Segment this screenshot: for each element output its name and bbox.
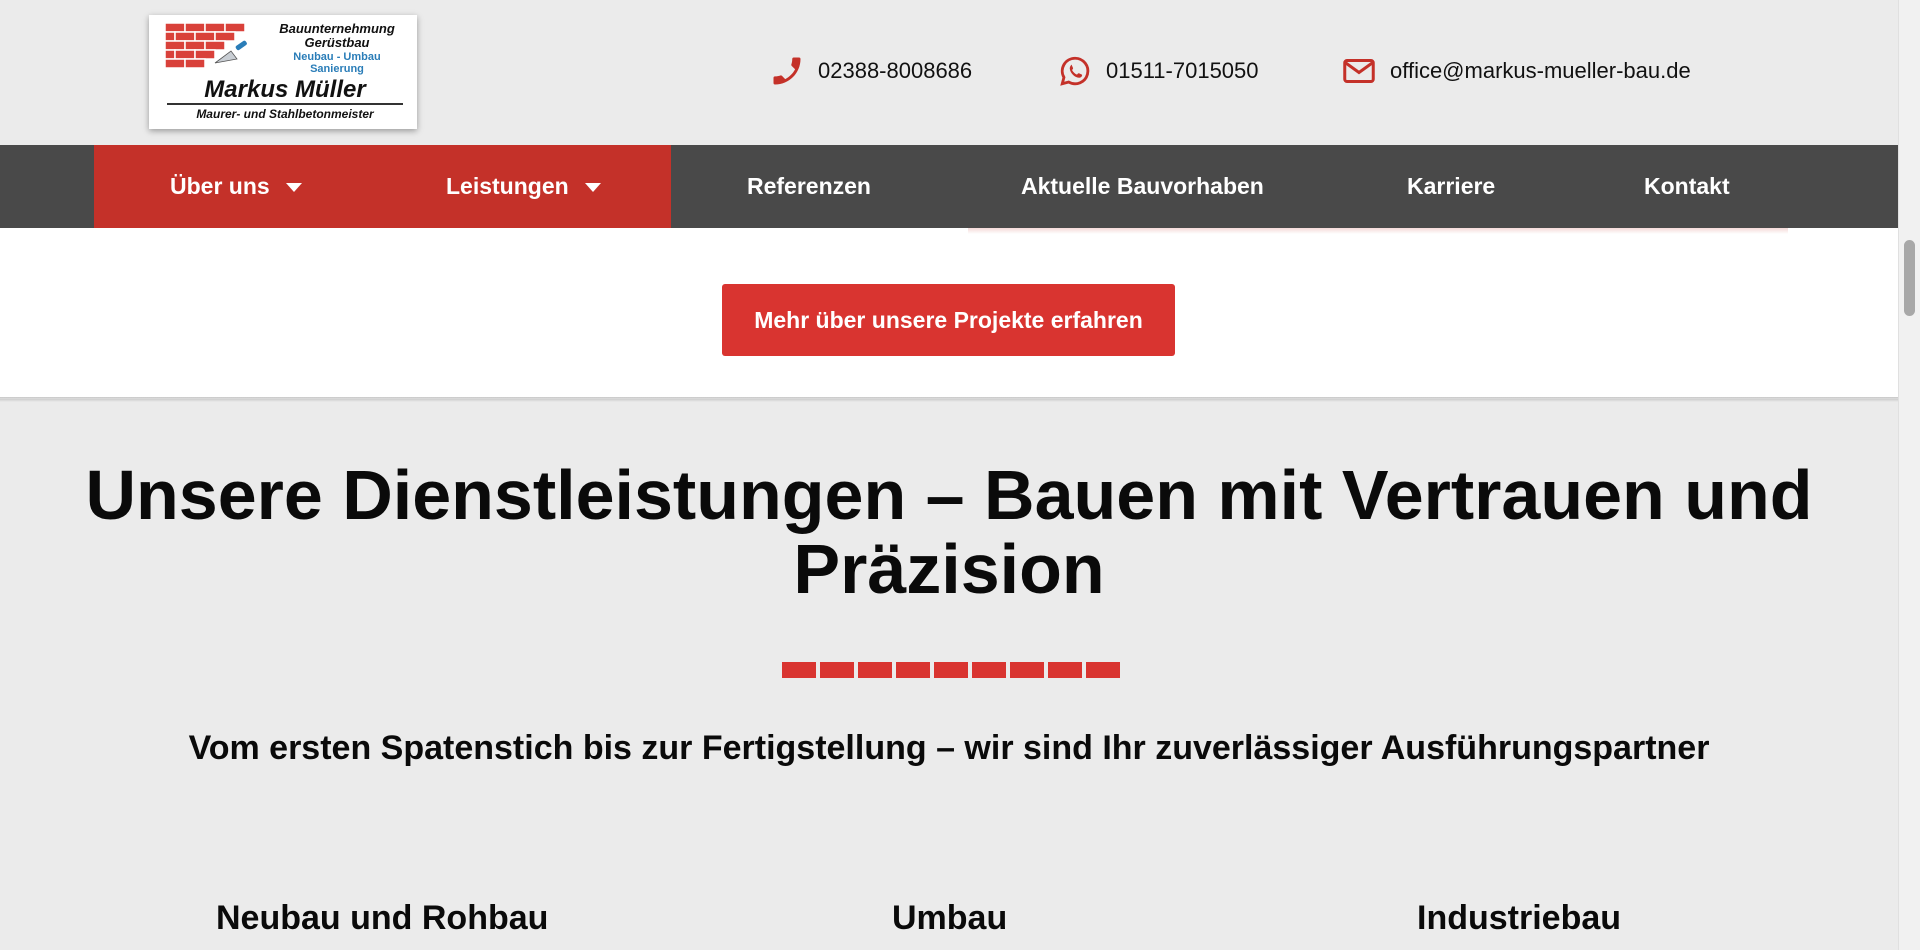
nav-item-kontakt[interactable]: Kontakt — [1644, 145, 1730, 228]
email-address: office@markus-mueller-bau.de — [1390, 58, 1691, 83]
page-scrollbar[interactable] — [1898, 0, 1920, 950]
nav-item-aktuelle-bauvorhaben[interactable]: Aktuelle Bauvorhaben — [1021, 145, 1264, 228]
caret-down-icon — [285, 183, 302, 192]
logo-tagline: Maurer- und Stahlbetonmeister — [196, 107, 374, 121]
phone-icon — [768, 52, 806, 90]
whatsapp-contact[interactable]: 01511-7015050 — [1056, 52, 1259, 90]
logo-company-name: Markus Müller — [204, 76, 366, 103]
whatsapp-icon — [1056, 52, 1094, 90]
separator-brick — [972, 662, 1006, 678]
nav-item-label: Leistungen — [446, 173, 569, 199]
nav-item-ueber-uns[interactable]: Über uns — [170, 145, 302, 228]
separator-brick — [1048, 662, 1082, 678]
separator-brick — [820, 662, 854, 678]
separator-brick — [1086, 662, 1120, 678]
main-navigation: Über uns Leistungen Referenzen Aktuelle … — [0, 145, 1898, 228]
more-projects-button[interactable]: Mehr über unsere Projekte erfahren — [722, 284, 1175, 356]
service-title-umbau: Umbau — [892, 899, 1008, 937]
nav-item-karriere[interactable]: Karriere — [1407, 145, 1495, 228]
section-divider — [0, 397, 1898, 402]
nav-item-label: Karriere — [1407, 173, 1496, 199]
nav-item-label: Referenzen — [747, 173, 871, 199]
nav-item-leistungen[interactable]: Leistungen — [446, 145, 601, 228]
brick-separator — [782, 662, 1124, 678]
email-contact[interactable]: office@markus-mueller-bau.de — [1340, 52, 1691, 90]
logo-line-4: Sanierung — [310, 63, 364, 75]
top-header: Bauunternehmung Gerüstbau Neubau - Umbau… — [0, 0, 1898, 145]
logo-line-1: Bauunternehmung — [279, 21, 395, 36]
company-logo[interactable]: Bauunternehmung Gerüstbau Neubau - Umbau… — [149, 15, 417, 129]
service-title-industriebau: Industriebau — [1417, 899, 1622, 937]
separator-brick — [896, 662, 930, 678]
nav-item-label: Aktuelle Bauvorhaben — [1021, 173, 1264, 199]
services-heading: Unsere Dienstleistungen – Bauen mit Vert… — [85, 456, 1813, 608]
separator-brick — [858, 662, 892, 678]
brick-wall-trowel-logo-icon — [165, 23, 247, 69]
separator-brick — [782, 662, 816, 678]
nav-item-referenzen[interactable]: Referenzen — [747, 145, 871, 228]
caret-down-icon — [584, 183, 601, 192]
separator-brick — [934, 662, 968, 678]
logo-line-3: Neubau - Umbau — [293, 51, 381, 63]
service-title-neubau: Neubau und Rohbau — [216, 899, 549, 937]
logo-line-2: Gerüstbau — [304, 35, 370, 50]
phone-contact[interactable]: 02388-8008686 — [768, 52, 972, 90]
nav-item-label: Über uns — [170, 173, 270, 199]
scrollbar-thumb[interactable] — [1904, 240, 1915, 316]
services-subheading: Vom ersten Spatenstich bis zur Fertigste… — [188, 729, 1710, 767]
phone-number: 02388-8008686 — [818, 58, 973, 83]
nav-item-label: Kontakt — [1644, 173, 1730, 199]
separator-brick — [1010, 662, 1044, 678]
logo-rule — [167, 103, 403, 105]
projects-cta-section: Mehr über unsere Projekte erfahren — [0, 228, 1898, 399]
page: Bauunternehmung Gerüstbau Neubau - Umbau… — [0, 0, 1898, 950]
nav-shadow — [968, 228, 1788, 234]
whatsapp-number: 01511-7015050 — [1106, 58, 1259, 83]
envelope-icon — [1340, 52, 1378, 90]
